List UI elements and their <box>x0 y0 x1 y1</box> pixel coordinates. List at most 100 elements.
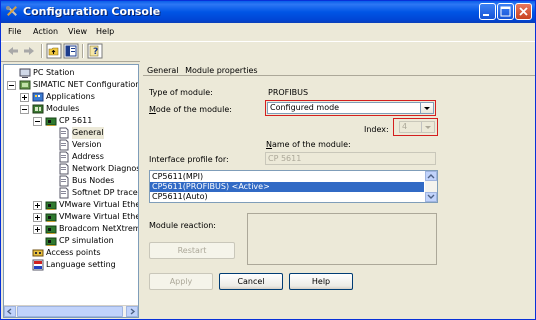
tree-item-label: CP simulation <box>59 236 114 245</box>
collapse-icon[interactable] <box>33 117 42 126</box>
index-select[interactable]: 4 <box>399 121 435 133</box>
tree-item-address[interactable]: Address <box>4 151 138 163</box>
network-icon <box>19 80 31 90</box>
expand-icon[interactable] <box>33 201 42 210</box>
tree-item-pc-station[interactable]: PC Station <box>4 67 138 79</box>
up-folder-icon[interactable] <box>46 43 62 59</box>
forward-arrow-icon[interactable] <box>21 43 37 59</box>
tree-item-label: SIMATIC NET Configuration <box>33 80 139 89</box>
tab-underline <box>143 75 535 76</box>
chevron-left-icon <box>6 308 12 315</box>
tools-icon <box>6 6 17 16</box>
menu-bar: File Action View Help <box>1 23 535 41</box>
tab-general[interactable]: General <box>147 66 179 75</box>
tree-item-version[interactable]: Version <box>4 139 138 151</box>
page-icon <box>59 151 69 163</box>
close-icon <box>519 7 528 16</box>
tree-item-general[interactable]: General <box>4 127 138 139</box>
restart-button[interactable]: Restart <box>149 242 235 259</box>
window-title: Configuration Console <box>23 5 161 18</box>
tree-item-modules[interactable]: Modules <box>4 103 138 115</box>
menu-file[interactable]: File <box>8 26 21 38</box>
applications-icon <box>32 92 44 102</box>
tree-item-access-points[interactable]: Access points <box>4 247 138 259</box>
close-button[interactable] <box>515 3 532 20</box>
maximize-button[interactable] <box>497 3 514 20</box>
tree-item-cp-simulation[interactable]: CP simulation <box>4 235 138 247</box>
type-label: Type of module: <box>149 88 213 97</box>
menu-help[interactable]: Help <box>96 26 114 38</box>
tree-item-label: Broadcom NetXtreme <box>59 224 139 233</box>
tree-item-label: Bus Nodes <box>72 176 115 185</box>
tree-item-label: Language setting <box>46 260 116 269</box>
profile-list-scrollbar[interactable] <box>425 171 437 202</box>
interface-profile-list[interactable]: CP5611(Auto) CP5611(PROFIBUS) <Active> CP5… <box>149 170 438 203</box>
tree-item-cp-5611[interactable]: CP 5611 <box>4 115 138 127</box>
menu-action[interactable]: Action <box>33 26 58 38</box>
svg-text:?: ? <box>93 47 98 57</box>
index-select-value: 4 <box>402 122 408 131</box>
back-arrow-icon[interactable] <box>5 43 21 59</box>
profile-list-item[interactable]: CP5611(MPI) <box>150 172 424 182</box>
toolbar-separator <box>41 44 43 58</box>
title-bar[interactable]: Configuration Console <box>1 1 535 23</box>
tree-item-softnet-dp-trace[interactable]: Softnet DP trace <box>4 187 138 199</box>
tree-item-vmware-virtual-ether[interactable]: VMware Virtual Ether <box>4 199 138 211</box>
scroll-up-button[interactable] <box>425 171 437 181</box>
tree-item-vmware-virtual-ether[interactable]: VMware Virtual Ether <box>4 211 138 223</box>
tree-item-applications[interactable]: Applications <box>4 91 138 103</box>
mode-select-value: Configured mode <box>270 103 340 112</box>
navigation-tree[interactable]: PC Station SIMATIC NET Configuration Appli… <box>3 64 139 318</box>
apply-button[interactable]: Apply <box>149 273 213 290</box>
profile-list-item[interactable]: CP5611(Auto) <box>150 192 424 202</box>
page-icon <box>59 163 69 175</box>
tree-item-label: Modules <box>46 104 80 113</box>
tree-item-label: Applications <box>46 92 95 101</box>
help-button[interactable]: Help <box>289 273 353 290</box>
index-dropdown-button[interactable] <box>421 122 434 132</box>
tree-item-label: VMware Virtual Ether <box>59 200 139 209</box>
module-name-field[interactable]: CP 5611 <box>265 152 436 165</box>
maximize-icon <box>500 6 511 17</box>
page-icon <box>59 175 69 187</box>
expand-icon[interactable] <box>20 93 29 102</box>
minimize-button[interactable] <box>479 3 496 20</box>
card-icon <box>45 213 57 222</box>
collapse-icon[interactable] <box>20 105 29 114</box>
tree-item-simatic-net-configuration[interactable]: SIMATIC NET Configuration <box>4 79 138 91</box>
scroll-down-button[interactable] <box>425 192 437 202</box>
tree-horizontal-scrollbar[interactable] <box>4 305 138 317</box>
tree-item-label: Softnet DP trace <box>72 188 138 197</box>
tree-item-language-setting[interactable]: Language setting <box>4 259 138 271</box>
mode-select[interactable]: Configured mode <box>267 102 434 114</box>
scrollbar-thumb[interactable] <box>17 306 123 317</box>
scroll-right-button[interactable] <box>126 306 138 317</box>
mode-dropdown-button[interactable] <box>420 103 433 113</box>
tree-item-bus-nodes[interactable]: Bus Nodes <box>4 175 138 187</box>
menu-view[interactable]: View <box>68 26 87 38</box>
collapse-icon[interactable] <box>7 81 16 90</box>
help-icon[interactable]: ? <box>87 43 103 59</box>
expand-icon[interactable] <box>33 213 42 222</box>
cancel-button[interactable]: Cancel <box>219 273 283 290</box>
expand-icon[interactable] <box>33 225 42 234</box>
page-icon <box>59 139 69 151</box>
mode-label: Mode of the module: <box>149 105 232 114</box>
card-icon <box>45 237 57 246</box>
configuration-console-window: Configuration Console File Action View H… <box>0 0 536 320</box>
tree-item-broadcom-netxtreme[interactable]: Broadcom NetXtreme <box>4 223 138 235</box>
toolbar: ? <box>1 41 535 60</box>
chevron-down-icon <box>427 194 435 199</box>
card-icon <box>45 117 57 126</box>
tree-item-network-diagnos[interactable]: Network Diagnos <box>4 163 138 175</box>
profile-list-item[interactable]: CP5611(PROFIBUS) <Active> <box>150 182 424 192</box>
pc-station-icon <box>19 68 31 78</box>
tree-item-label: Address <box>72 152 104 161</box>
show-hide-tree-icon[interactable] <box>63 43 79 59</box>
tab-module-properties[interactable]: Module properties <box>185 66 257 75</box>
name-label: Name of the module: <box>266 140 351 149</box>
scroll-left-button[interactable] <box>4 306 16 317</box>
chevron-right-icon <box>130 308 136 315</box>
tree-item-label: CP 5611 <box>59 116 93 125</box>
card-icon <box>45 225 57 234</box>
